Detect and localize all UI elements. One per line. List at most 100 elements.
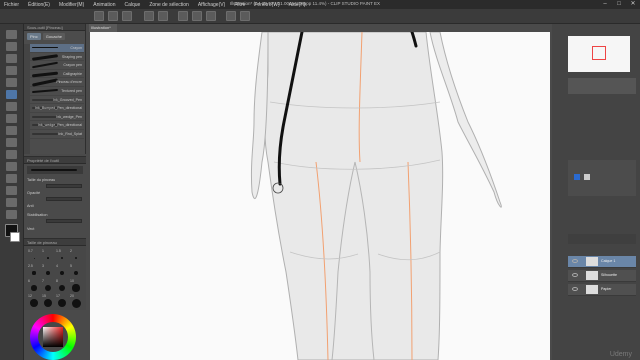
color-swatch-icon[interactable]	[574, 174, 580, 180]
brush-size-option[interactable]: 20	[70, 294, 82, 308]
brush-icon[interactable]	[6, 114, 17, 123]
brush-item[interactable]: Ink_Rnd_Splat	[30, 130, 84, 139]
move-icon[interactable]	[6, 42, 17, 51]
eye-icon[interactable]	[572, 273, 578, 277]
brush-size-option[interactable]: 10	[70, 279, 82, 292]
layer-row[interactable]: Silhouette	[568, 270, 636, 282]
layer-row[interactable]: Papier	[568, 284, 636, 296]
antialias-label: Anti	[27, 204, 34, 208]
sub-color-icon[interactable]	[10, 232, 20, 242]
subtool-panel: Sous-outil [Pinceau] Pinc Gouache Crayon…	[24, 24, 86, 154]
brush-size-option[interactable]: 1	[42, 249, 54, 262]
menu-bar: Fichier Édition(E) Modifier(M) Animation…	[0, 0, 640, 9]
brush-size-option[interactable]: 1.5	[56, 249, 68, 262]
color-saturation-square[interactable]	[43, 327, 63, 347]
subtool-header: Sous-outil [Pinceau]	[24, 24, 85, 31]
open-icon[interactable]	[108, 11, 118, 21]
brush-size-option[interactable]: 4	[56, 264, 68, 277]
brush-size-option[interactable]: 3	[42, 264, 54, 277]
new-icon[interactable]	[94, 11, 104, 21]
menu-layer[interactable]: Calque	[124, 2, 140, 8]
brush-item[interactable]: Ink_Bumped_Pen_directional	[30, 104, 84, 113]
brush-size-option[interactable]: 7	[42, 279, 54, 292]
brush-size-option[interactable]: 6	[28, 279, 40, 292]
eye-icon[interactable]	[572, 287, 578, 291]
save-icon[interactable]	[122, 11, 132, 21]
clear-icon[interactable]	[178, 11, 188, 21]
transform-icon[interactable]	[192, 11, 202, 21]
fill-icon[interactable]	[6, 162, 17, 171]
tool-palette	[0, 24, 24, 360]
brush-size-option[interactable]: 15	[42, 294, 54, 308]
brush-size-option[interactable]: 5	[70, 264, 82, 277]
eyedropper-icon[interactable]	[6, 78, 17, 87]
menu-selection[interactable]: Zone de sélection	[149, 2, 188, 8]
navigator-controls[interactable]	[568, 78, 636, 94]
layer-row[interactable]: Calque 1	[568, 256, 636, 268]
selection-icon[interactable]	[6, 54, 17, 63]
deselect-icon[interactable]	[206, 11, 216, 21]
brush-item[interactable]: Shaping pen	[30, 53, 84, 62]
balloon-icon[interactable]	[6, 210, 17, 219]
brush-size-header: Taille de pinceau	[24, 239, 86, 246]
figure-template	[250, 32, 502, 360]
tab-gouache[interactable]: Gouache	[42, 33, 66, 40]
close-icon[interactable]: ✕	[629, 1, 637, 8]
drawing-canvas[interactable]	[90, 32, 550, 360]
brush-size-option[interactable]: 2	[70, 249, 82, 262]
tool-property-panel: Propriété de l'outil Taille du pinceau O…	[24, 156, 86, 236]
brush-item[interactable]: Textured pen	[30, 87, 84, 96]
stroke-preview	[27, 166, 83, 174]
brush-size-option[interactable]: 2.5	[28, 264, 40, 277]
layer-property-panel	[568, 160, 636, 196]
pen-icon[interactable]	[6, 90, 17, 99]
brush-item[interactable]: Ink_wedge_Pen_directional	[30, 121, 84, 130]
navigator-frame	[592, 46, 606, 60]
undo-icon[interactable]	[144, 11, 154, 21]
brush-size-option[interactable]: 12	[28, 294, 40, 307]
menu-file[interactable]: Fichier	[4, 2, 19, 8]
brush-size-option[interactable]: 8	[56, 279, 68, 292]
menu-animation[interactable]: Animation	[93, 2, 115, 8]
opacity-slider[interactable]	[46, 197, 82, 201]
redo-icon[interactable]	[158, 11, 168, 21]
tool-property-header: Propriété de l'outil	[24, 157, 86, 164]
layer-toolbar	[568, 234, 636, 244]
figure-icon[interactable]	[6, 186, 17, 195]
lasso-icon[interactable]	[6, 66, 17, 75]
brush-item[interactable]: Calligraphie	[30, 70, 84, 79]
menu-view[interactable]: Affichage(V)	[198, 2, 225, 8]
command-bar	[0, 9, 640, 24]
brush-item[interactable]: Pinceau d'encre	[30, 78, 84, 88]
brush-size-slider[interactable]	[46, 184, 82, 188]
brush-size-label: Taille du pinceau	[27, 178, 56, 182]
navigator-preview[interactable]	[568, 36, 630, 72]
maximize-icon[interactable]: □	[615, 1, 623, 8]
brush-size-option[interactable]: 0.7	[28, 249, 40, 262]
brush-item[interactable]: Ink_wedge_Pen	[30, 113, 84, 122]
brush-size-panel: Taille de pinceau 0.7 1 1.5 2 2.5 3 4 5 6 7 8 10 12 1…	[24, 238, 86, 310]
pencil-icon[interactable]	[6, 102, 17, 111]
brush-size-option[interactable]: 17	[56, 294, 68, 308]
menu-modify[interactable]: Modifier(M)	[59, 2, 84, 8]
gradient-icon[interactable]	[6, 174, 17, 183]
color-swatch-icon[interactable]	[584, 174, 590, 180]
blend-icon[interactable]	[6, 150, 17, 159]
text-icon[interactable]	[6, 198, 17, 207]
tab-canvas[interactable]: Illustration*	[89, 24, 117, 32]
zoom-icon[interactable]	[6, 30, 17, 39]
stabilization-slider[interactable]	[46, 219, 82, 223]
brush-item[interactable]: Crayon pen	[30, 61, 84, 70]
eye-icon[interactable]	[572, 259, 578, 263]
eraser-icon[interactable]	[6, 138, 17, 147]
layer-thumbnail	[586, 271, 598, 280]
airbrush-icon[interactable]	[6, 126, 17, 135]
menu-edit[interactable]: Édition(E)	[28, 2, 50, 8]
minimize-icon[interactable]: –	[601, 1, 609, 8]
color-wheel[interactable]	[30, 314, 76, 360]
snap-icon[interactable]	[226, 11, 236, 21]
ruler-icon[interactable]	[240, 11, 250, 21]
brush-item[interactable]: Ink_Grooved_Pen	[30, 96, 84, 105]
brush-item[interactable]: Crayon	[30, 44, 84, 53]
tab-pen[interactable]: Pinc	[27, 33, 41, 40]
